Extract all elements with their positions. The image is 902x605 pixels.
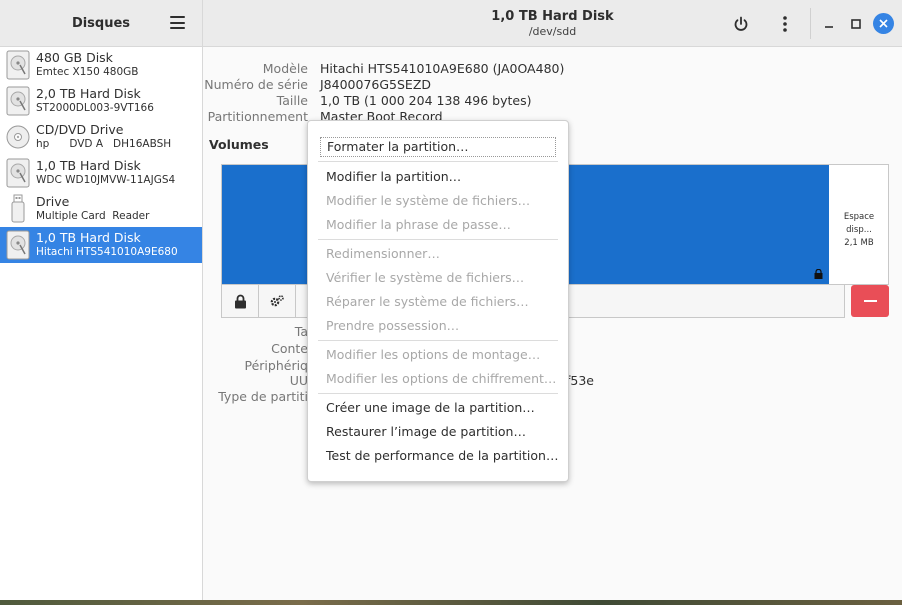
partition-device-label: Périphériq [244,358,309,373]
disk-item-card-reader[interactable]: Drive Multiple Card Reader [0,191,202,227]
disks-window: Disques 480 GB Disk Emtec X150 480GB 2,0 … [0,0,902,600]
disk-item-480gb[interactable]: 480 GB Disk Emtec X150 480GB [0,47,202,83]
disk-item-2tb[interactable]: 2,0 TB Hard Disk ST2000DL003-9VT166 [0,83,202,119]
disk-name: CD/DVD Drive [36,122,124,137]
sidebar-title: Disques [71,15,131,31]
disk-model: Emtec X150 480GB [36,66,139,78]
hard-disk-icon [6,86,30,116]
optical-disc-icon [6,125,30,149]
size-value: 1,0 TB (1 000 204 138 496 bytes) [320,93,532,108]
disk-name: 1,0 TB Hard Disk [36,158,141,173]
header-bar: 1,0 TB Hard Disk /dev/sdd [203,0,902,47]
vertical-ellipsis-icon [783,16,787,32]
menu-item-change-passphrase[interactable]: Modifier la phrase de passe… [326,217,511,232]
hard-disk-icon [6,230,30,260]
menu-item-create-image[interactable]: Créer une image de la partition… [326,400,535,415]
sidebar-header: Disques [0,0,202,47]
disk-model: WDC WD10JMVW-11AJGS4 [36,174,176,186]
close-button[interactable] [873,13,894,34]
power-off-button[interactable] [730,13,752,35]
disk-name: 480 GB Disk [36,50,113,65]
disk-model: ST2000DL003-9VT166 [36,102,154,114]
partitioning-label: Partitionnement [207,109,308,124]
disk-item-cd-dvd[interactable]: CD/DVD Drive hp DVD A DH16ABSH [0,119,202,155]
menu-item-format-partition[interactable]: Formater la partition… [320,137,556,157]
power-icon [734,16,748,31]
partition-type-label: Type de partiti [218,389,308,404]
serial-value: J8400076G5SEZD [320,77,432,92]
volumes-heading: Volumes [209,137,269,152]
free-space-size: 2,1 MB [844,238,874,248]
menu-item-encryption-options[interactable]: Modifier les options de chiffrement… [326,371,556,386]
minus-icon [863,300,877,302]
model-label: Modèle [262,61,308,76]
free-space-block[interactable]: Espace disp... 2,1 MB [830,165,888,284]
partition-content-label: Conte [271,341,308,356]
partition-uuid-label: UU [289,373,308,388]
gears-icon [270,295,284,307]
minimize-button[interactable] [818,13,840,35]
lock-icon [814,269,823,279]
menu-item-mount-options[interactable]: Modifier les options de montage… [326,347,540,362]
header-separator [810,8,811,39]
window-subtitle: /dev/sdd [528,25,577,38]
menu-separator [318,340,558,341]
lock-partition-button[interactable] [222,285,259,317]
usb-drive-icon [11,194,25,223]
minimize-icon [825,26,833,28]
disk-item-1tb-hitachi[interactable]: 1,0 TB Hard Disk Hitachi HTS541010A9E680 [0,227,202,263]
partition-size-label: Ta [294,324,308,339]
free-space-label: Espace disp... [843,212,875,235]
hard-disk-icon [6,50,30,80]
menu-item-check-filesystem[interactable]: Vérifier le système de fichiers… [326,270,524,285]
partition-context-menu: Formater la partition… Modifier la parti… [307,120,569,482]
disk-name: Drive [36,194,70,209]
window-title: 1,0 TB Hard Disk [491,9,614,24]
disk-list: 480 GB Disk Emtec X150 480GB 2,0 TB Hard … [0,47,202,263]
desktop-background [0,600,902,605]
partition-options-button[interactable] [259,285,296,317]
maximize-icon [851,19,861,29]
drive-menu-button[interactable] [774,13,796,35]
maximize-button[interactable] [845,13,867,35]
lock-icon [234,294,246,308]
menu-separator [318,239,558,240]
disk-name: 1,0 TB Hard Disk [36,230,141,245]
hard-disk-icon [6,158,30,188]
menu-item-edit-filesystem[interactable]: Modifier le système de fichiers… [326,193,530,208]
disk-item-1tb-wdc[interactable]: 1,0 TB Hard Disk WDC WD10JMVW-11AJGS4 [0,155,202,191]
menu-item-restore-image[interactable]: Restaurer l’image de partition… [326,424,526,439]
menu-item-repair-filesystem[interactable]: Réparer le système de fichiers… [326,294,529,309]
disk-name: 2,0 TB Hard Disk [36,86,141,101]
sidebar: Disques 480 GB Disk Emtec X150 480GB 2,0 … [0,0,203,600]
partition-uuid-value: f53e [566,373,594,388]
disk-model: Hitachi HTS541010A9E680 [36,246,178,258]
delete-partition-button[interactable] [851,285,889,317]
close-icon [879,19,888,28]
disk-model: hp DVD A DH16ABSH [36,138,172,150]
menu-item-resize[interactable]: Redimensionner… [326,246,440,261]
disk-model: Multiple Card Reader [36,210,150,222]
size-label: Taille [276,93,308,108]
menu-item-edit-partition[interactable]: Modifier la partition… [326,169,461,184]
menu-separator [318,393,558,394]
serial-label: Numéro de série [204,77,308,92]
hamburger-menu-icon[interactable] [170,16,185,29]
menu-separator [318,161,558,162]
model-value: Hitachi HTS541010A9E680 (JA0OA480) [320,61,565,76]
menu-item-take-ownership[interactable]: Prendre possession… [326,318,459,333]
menu-item-benchmark[interactable]: Test de performance de la partition… [326,448,558,463]
